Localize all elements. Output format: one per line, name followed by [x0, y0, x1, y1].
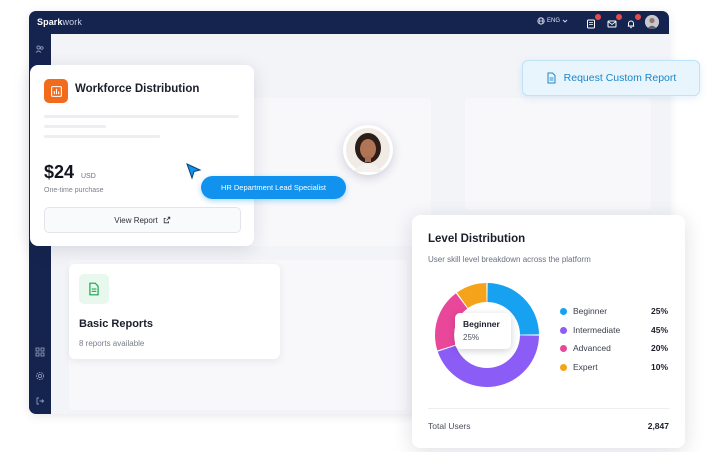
mail-icon	[607, 20, 617, 28]
gear-icon[interactable]	[35, 371, 45, 381]
total-users-value: 2,847	[647, 421, 669, 431]
legend-name: Intermediate	[573, 324, 621, 335]
background-panel	[465, 98, 651, 210]
legend-item: Intermediate 45%	[558, 324, 668, 343]
grid-icon[interactable]	[35, 347, 45, 357]
report-icon-tile	[44, 79, 68, 103]
legend-dot	[560, 345, 567, 352]
document-icon	[89, 282, 99, 296]
globe-icon	[537, 17, 545, 25]
divider	[428, 408, 669, 409]
legend-dot	[560, 308, 567, 315]
bar-chart-icon	[50, 85, 62, 97]
legend-value: 25%	[650, 306, 668, 316]
view-report-label: View Report	[114, 215, 158, 225]
cursor-arrow-icon	[186, 163, 202, 180]
tooltip-label: HR Department Lead Specialist	[220, 183, 327, 192]
person-photo-icon	[346, 128, 390, 172]
legend-name: Advanced	[573, 343, 611, 353]
request-custom-report-button[interactable]: Request Custom Report	[522, 60, 700, 96]
total-users-label: Total Users	[428, 421, 471, 431]
basic-reports-title: Basic Reports	[79, 318, 153, 330]
tasks-badge	[595, 14, 601, 20]
logout-icon[interactable]	[35, 396, 45, 406]
user-avatar[interactable]	[645, 15, 659, 29]
level-distribution-subtitle: User skill level breakdown across the pl…	[428, 255, 591, 264]
tasks-icon	[587, 19, 595, 29]
team-icon[interactable]	[35, 44, 45, 54]
legend-item: Advanced 20%	[558, 342, 668, 361]
request-label: Request Custom Report	[563, 72, 677, 84]
avatar-icon	[645, 15, 659, 29]
user-role-tooltip: HR Department Lead Specialist	[201, 176, 346, 199]
basic-reports-card[interactable]: Basic Reports 8 reports available	[69, 264, 280, 359]
donut-highlight-label: Beginner 25%	[455, 313, 511, 349]
language-selector[interactable]: ENG	[537, 17, 568, 25]
price-amount: $24	[44, 162, 75, 182]
legend-value: 45%	[650, 324, 668, 335]
top-bar: Sparkwork ENG	[29, 11, 669, 34]
external-link-icon	[163, 216, 170, 224]
person-avatar	[343, 125, 393, 175]
document-icon	[547, 72, 556, 84]
legend-value: 20%	[650, 343, 668, 353]
legend-item: Expert 10%	[558, 361, 668, 380]
legend-name: Expert	[573, 361, 598, 372]
mail-button[interactable]	[607, 14, 622, 28]
notifications-badge	[635, 14, 641, 20]
legend-item: Beginner 25%	[558, 305, 668, 324]
workforce-report-card[interactable]: Workforce Distribution $24 USD One-time …	[30, 65, 254, 246]
highlight-name: Beginner	[463, 319, 500, 329]
legend-dot	[560, 326, 567, 334]
basic-reports-icon-tile	[79, 274, 109, 304]
skeleton-line	[44, 125, 106, 128]
mail-badge	[616, 14, 622, 20]
view-report-button[interactable]: View Report	[44, 207, 241, 233]
notifications-button[interactable]	[626, 14, 641, 29]
legend-name: Beginner	[573, 306, 608, 316]
skeleton-line	[44, 115, 239, 118]
level-distribution-title: Level Distribution	[428, 233, 526, 245]
chevron-down-icon	[562, 19, 568, 23]
level-legend: Beginner 25% Intermediate 45% Advanced 2…	[558, 305, 668, 379]
highlight-value: 25%	[463, 333, 480, 342]
legend-value: 10%	[650, 361, 668, 372]
basic-reports-count: 8 reports available	[79, 339, 145, 348]
level-distribution-card: Level Distribution User skill level brea…	[412, 215, 685, 448]
skeleton-line	[44, 135, 160, 138]
brand-logo[interactable]: Sparkwork	[37, 17, 82, 27]
price-note: One-time purchase	[44, 187, 104, 194]
tasks-button[interactable]	[586, 14, 601, 29]
card-title: Workforce Distribution	[75, 83, 200, 95]
price-currency: USD	[81, 173, 96, 180]
language-label: ENG	[547, 18, 561, 24]
legend-dot	[560, 363, 567, 371]
bell-icon	[627, 20, 635, 29]
